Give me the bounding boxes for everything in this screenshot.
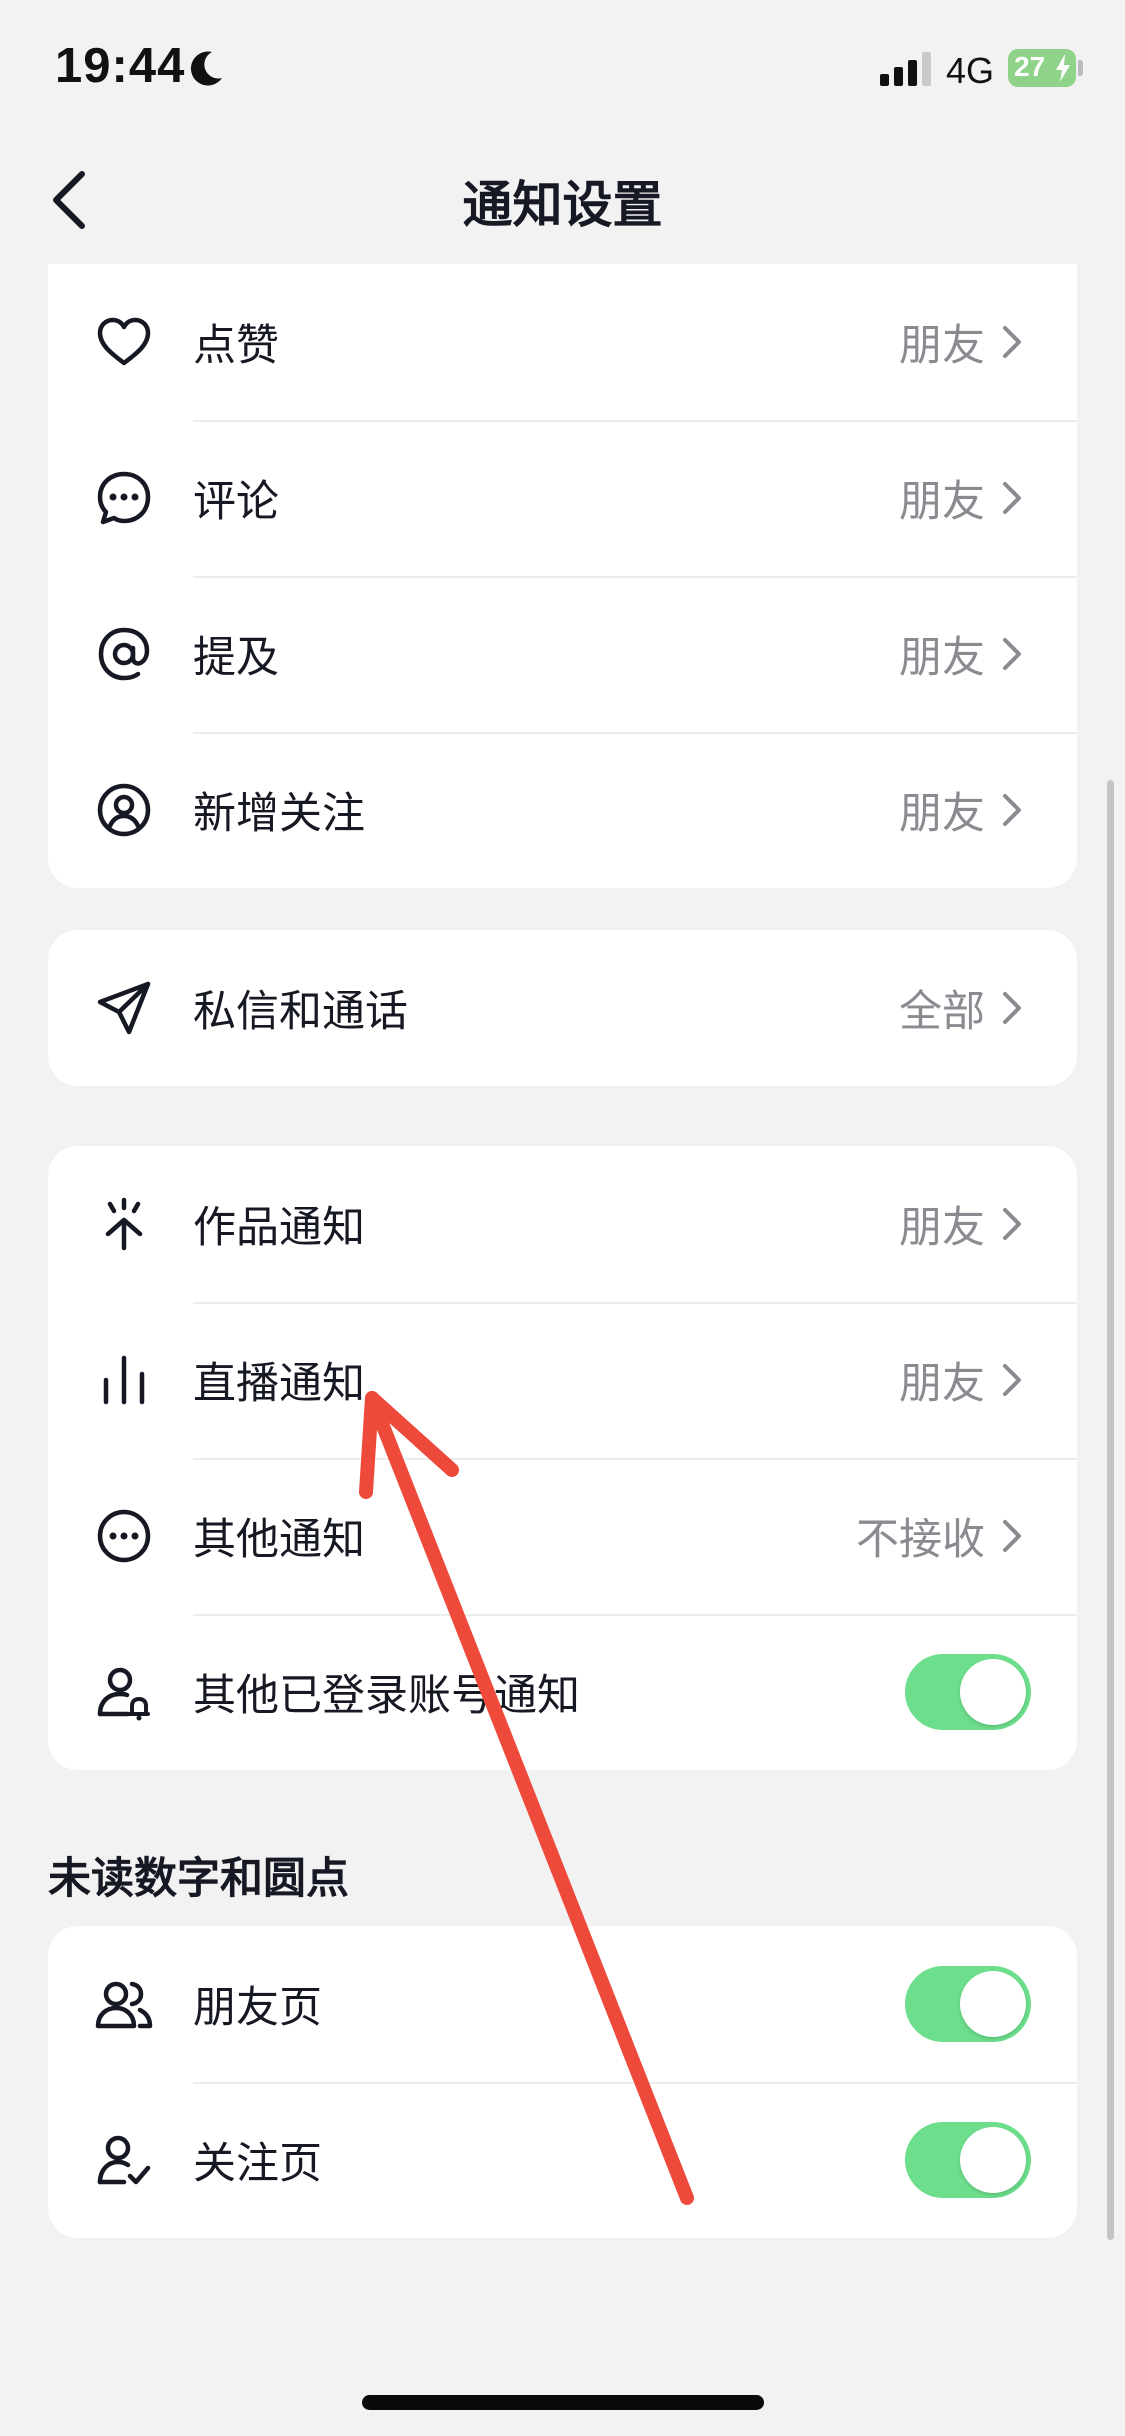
setting-label: 评论 (193, 477, 279, 527)
toggle-knob (960, 2127, 1026, 2193)
setting-row-comments[interactable]: 评论 朋友 (48, 420, 1077, 576)
unread-settings-card: 朋友页 关注页 (48, 1926, 1077, 2238)
at-icon (98, 627, 150, 681)
section-title-unread: 未读数字和圆点 (48, 1854, 349, 1904)
network-label: 4G (946, 50, 995, 91)
scroll-indicator[interactable] (1107, 780, 1114, 2240)
status-time: 19:44 (55, 39, 186, 93)
moon-icon (190, 51, 222, 86)
setting-label: 提及 (193, 633, 279, 683)
setting-label: 其他通知 (193, 1515, 365, 1565)
setting-row-mentions[interactable]: 提及 朋友 (48, 576, 1077, 732)
user-check-icon (97, 2135, 151, 2185)
message-settings-card: 私信和通话 全部 (48, 930, 1077, 1086)
setting-value: 朋友 (899, 477, 985, 527)
setting-label: 其他已登录账号通知 (193, 1671, 580, 1721)
friends-page-toggle[interactable] (905, 1966, 1031, 2042)
status-bar: 19:44 4G 27 (0, 0, 1125, 140)
setting-row-friends-page: 朋友页 (48, 1926, 1077, 2082)
setting-label: 朋友页 (193, 1983, 322, 2033)
battery-icon: 27 (1008, 49, 1076, 87)
setting-label: 点赞 (193, 321, 279, 371)
setting-row-other-accounts-notice: 其他已登录账号通知 (48, 1614, 1077, 1770)
setting-value: 全部 (899, 987, 985, 1037)
setting-row-works-notice[interactable]: 作品通知 朋友 (48, 1146, 1077, 1302)
chevron-right-icon (1003, 482, 1021, 514)
chevron-right-icon (1003, 638, 1021, 670)
spark-arrow-icon (105, 1197, 143, 1251)
setting-label: 直播通知 (193, 1359, 365, 1409)
page-title: 通知设置 (462, 176, 663, 234)
chevron-right-icon (1003, 1520, 1021, 1552)
friends-icon (95, 1981, 153, 2029)
toggle-knob (960, 1659, 1026, 1725)
chevron-right-icon (1003, 326, 1021, 358)
setting-label: 关注页 (193, 2139, 322, 2189)
more-circle-icon (97, 1509, 151, 1563)
home-indicator[interactable] (362, 2395, 764, 2410)
chevron-right-icon (1003, 1364, 1021, 1396)
battery-level: 27 (1014, 51, 1046, 82)
chevron-right-icon (1003, 794, 1021, 826)
setting-row-new-followers[interactable]: 新增关注 朋友 (48, 732, 1077, 888)
setting-value: 朋友 (899, 321, 985, 371)
notice-settings-card: 作品通知 朋友 直播通知 朋友 其他通知 不接收 其他已登录账号通知 (48, 1146, 1077, 1770)
setting-label: 作品通知 (193, 1203, 365, 1253)
heart-icon (97, 317, 151, 366)
setting-row-live-notice[interactable]: 直播通知 朋友 (48, 1302, 1077, 1458)
user-bell-icon (97, 1667, 150, 1721)
interaction-settings-card: 点赞 朋友 评论 朋友 提及 朋友 新增关注 朋友 (48, 264, 1077, 888)
toggle-knob (960, 1971, 1026, 2037)
setting-value: 朋友 (899, 1203, 985, 1253)
setting-row-likes[interactable]: 点赞 朋友 (48, 264, 1077, 420)
other-accounts-toggle[interactable] (905, 1654, 1031, 1730)
following-page-toggle[interactable] (905, 2122, 1031, 2198)
setting-value: 不接收 (856, 1515, 985, 1565)
setting-label: 新增关注 (193, 789, 365, 839)
signal-icon (880, 52, 931, 86)
live-bars-icon (103, 1355, 145, 1405)
charging-bolt-icon (1056, 54, 1070, 82)
battery-cap (1078, 60, 1083, 76)
send-icon (97, 981, 151, 1035)
setting-label: 私信和通话 (193, 987, 408, 1037)
setting-value: 朋友 (899, 1359, 985, 1409)
setting-value: 朋友 (899, 633, 985, 683)
setting-value: 朋友 (899, 789, 985, 839)
user-circle-icon (97, 783, 151, 837)
chevron-right-icon (1003, 1208, 1021, 1240)
setting-row-messages-calls[interactable]: 私信和通话 全部 (48, 930, 1077, 1086)
setting-row-following-page: 关注页 (48, 2082, 1077, 2238)
comment-icon (97, 471, 151, 525)
setting-row-other-notice[interactable]: 其他通知 不接收 (48, 1458, 1077, 1614)
chevron-right-icon (1003, 992, 1021, 1024)
